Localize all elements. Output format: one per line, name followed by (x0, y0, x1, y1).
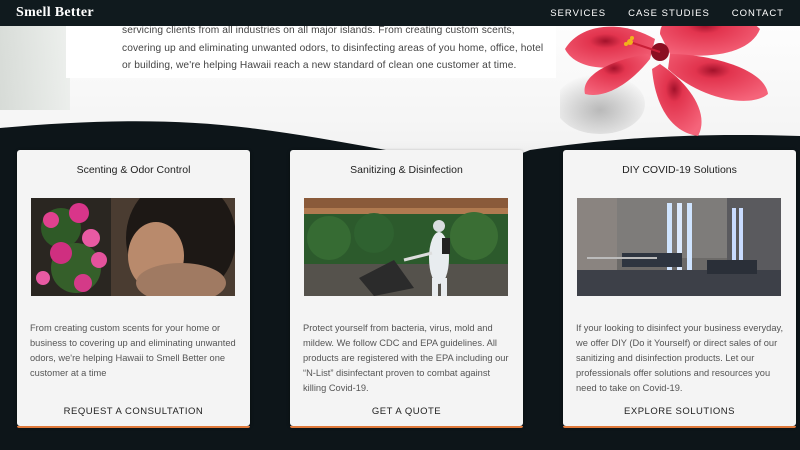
card-title: DIY COVID-19 Solutions (622, 164, 737, 176)
woman-smelling-flowers-image (31, 198, 235, 296)
nav-links: SERVICES CASE STUDIES CONTACT (550, 8, 784, 19)
nav-link-contact[interactable]: CONTACT (732, 8, 784, 19)
card-title: Sanitizing & Disinfection (350, 164, 463, 176)
nav-link-services[interactable]: SERVICES (550, 8, 606, 19)
card-description: From creating custom scents for your hom… (30, 323, 236, 378)
disinfection-worker-image (304, 198, 508, 296)
nav-link-case-studies[interactable]: CASE STUDIES (628, 8, 710, 19)
service-card-scenting: Scenting & Odor Control From creating cu… (17, 150, 250, 428)
site-logo[interactable]: Smell Better (16, 5, 94, 21)
uv-disinfection-room-image (577, 198, 781, 296)
card-description: Protect yourself from bacteria, virus, m… (303, 323, 509, 393)
card-description: If your looking to disinfect your busine… (576, 323, 784, 393)
top-navigation-bar: Smell Better SERVICES CASE STUDIES CONTA… (0, 0, 800, 26)
hibiscus-flower-image (560, 14, 768, 136)
service-card-diy: DIY COVID-19 Solutions If your looking t… (563, 150, 796, 428)
get-a-quote-button[interactable]: GET A QUOTE (290, 406, 523, 417)
service-card-sanitizing: Sanitizing & Disinfection Protect yourse… (290, 150, 523, 428)
explore-solutions-button[interactable]: EXPLORE SOLUTIONS (563, 406, 796, 417)
request-consultation-button[interactable]: REQUEST A CONSULTATION (17, 406, 250, 417)
card-title: Scenting & Odor Control (76, 164, 191, 176)
